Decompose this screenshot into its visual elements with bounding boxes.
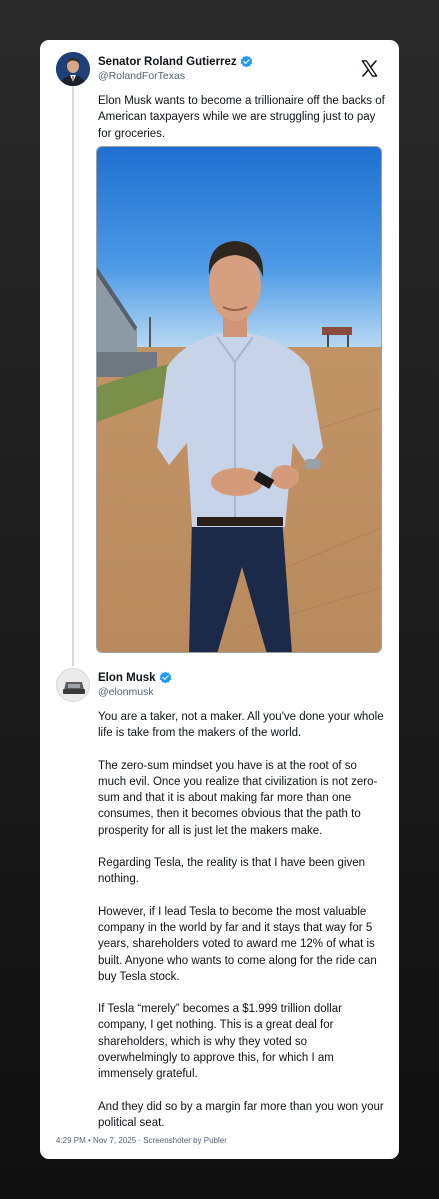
x-logo-icon[interactable] <box>360 59 379 78</box>
verified-badge-icon <box>159 671 171 684</box>
man-outdoors-image <box>97 147 381 652</box>
tweet-paragraph: If Tesla “merely” becomes a $1.999 trill… <box>98 1003 342 1081</box>
avatar-roland-gutierrez[interactable] <box>56 52 90 86</box>
author-handle[interactable]: @elonmusk <box>98 686 154 698</box>
avatar-elon-musk[interactable] <box>56 668 90 702</box>
verified-badge-icon <box>240 55 252 68</box>
tweet-paragraph: However, if I lead Tesla to become the m… <box>98 905 377 983</box>
tweet-card: Senator Roland Gutierrez @RolandForTexas… <box>40 40 399 1159</box>
tweet-text: You are a taker, not a maker. All you've… <box>98 709 388 1147</box>
thread-connector-line <box>72 86 74 666</box>
author-handle[interactable]: @RolandForTexas <box>98 70 185 82</box>
tweet-paragraph: Regarding Tesla, the reality is that I h… <box>98 857 366 886</box>
tweet-paragraph: And they did so by a margin far more tha… <box>98 1100 384 1129</box>
author-name[interactable]: Elon Musk <box>98 672 156 684</box>
tweet-paragraph: The zero-sum mindset you have is at the … <box>98 759 378 837</box>
tweet-video-thumbnail[interactable] <box>96 146 382 653</box>
tweet-text: Elon Musk wants to become a trillionaire… <box>98 95 385 140</box>
author-name[interactable]: Senator Roland Gutierrez <box>98 56 237 68</box>
avatar-vehicle-image <box>57 669 89 701</box>
tweet-paragraph: You are a taker, not a maker. All you've… <box>98 711 384 740</box>
timestamp-footer: 4:29 PM • Nov 7, 2025 · Screenshoter by … <box>56 1136 227 1145</box>
avatar-portrait-image <box>56 52 90 86</box>
